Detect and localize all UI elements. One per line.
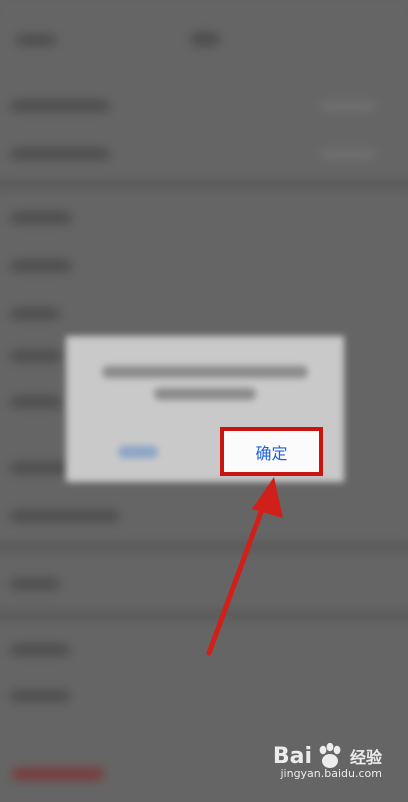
back-button [16, 34, 56, 46]
baidu-logo: Bai 经验 [272, 743, 382, 769]
confirm-button[interactable]: 确定 [220, 427, 323, 476]
watermark: Bai 经验 jingyan.baidu.com [273, 743, 382, 780]
page-title [190, 32, 220, 46]
paw-icon [319, 743, 341, 768]
watermark-url: jingyan.baidu.com [280, 767, 382, 780]
cancel-button[interactable] [118, 446, 158, 458]
